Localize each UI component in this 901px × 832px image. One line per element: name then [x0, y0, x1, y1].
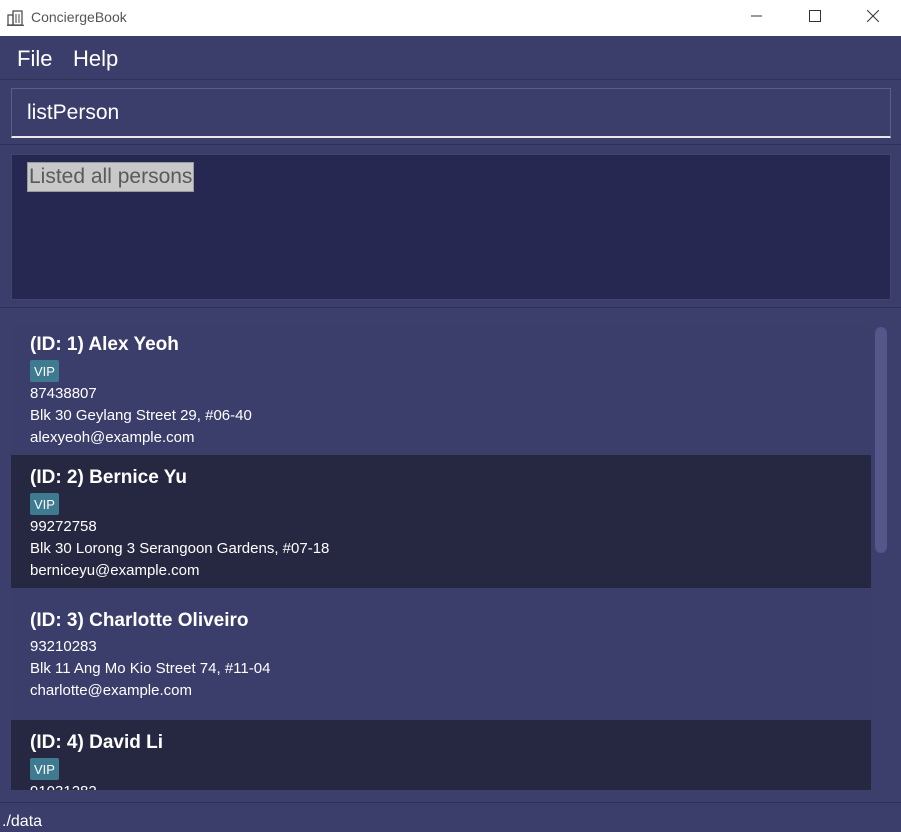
person-email: berniceyu@example.com [30, 562, 200, 579]
list-scrollbar[interactable] [875, 327, 887, 553]
person-address: Blk 30 Lorong 3 Serangoon Gardens, #07-1… [30, 540, 330, 557]
close-button[interactable] [844, 0, 901, 36]
window-title: ConciergeBook [31, 9, 127, 25]
person-email: charlotte@example.com [30, 682, 192, 699]
person-card[interactable]: (ID: 1) Alex Yeoh VIP 87438807 Blk 30 Ge… [11, 323, 871, 455]
person-list-panel: (ID: 1) Alex Yeoh VIP 87438807 Blk 30 Ge… [0, 309, 901, 802]
vip-tag: VIP [30, 493, 59, 515]
status-bar: ./data [0, 802, 901, 832]
vip-tag: VIP [30, 360, 59, 382]
person-name: (ID: 2) Bernice Yu [30, 467, 187, 488]
person-name: (ID: 1) Alex Yeoh [30, 334, 179, 355]
menu-help[interactable]: Help [73, 46, 118, 72]
menu-file[interactable]: File [17, 46, 52, 72]
close-icon [866, 9, 880, 27]
minimize-button[interactable] [728, 0, 786, 36]
maximize-icon [809, 9, 821, 27]
menu-bar: File Help [0, 36, 901, 80]
result-message: Listed all persons [27, 162, 195, 192]
person-email: alexyeoh@example.com [30, 429, 195, 446]
person-phone: 91031282 [30, 783, 97, 790]
person-card[interactable]: (ID: 4) David Li VIP 91031282 [11, 720, 871, 790]
maximize-button[interactable] [786, 0, 844, 36]
title-bar: ConciergeBook [0, 0, 901, 36]
person-list[interactable]: (ID: 1) Alex Yeoh VIP 87438807 Blk 30 Ge… [11, 323, 871, 790]
command-input[interactable] [11, 88, 891, 138]
person-card[interactable]: (ID: 3) Charlotte Oliveiro 93210283 Blk … [11, 588, 871, 720]
person-name: (ID: 3) Charlotte Oliveiro [30, 610, 249, 631]
data-path: ./data [2, 813, 43, 830]
person-card[interactable]: (ID: 2) Bernice Yu VIP 99272758 Blk 30 L… [11, 455, 871, 588]
command-box [0, 81, 901, 145]
person-address: Blk 30 Geylang Street 29, #06-40 [30, 407, 252, 424]
person-name: (ID: 4) David Li [30, 732, 164, 753]
person-phone: 99272758 [30, 518, 97, 535]
person-phone: 87438807 [30, 385, 97, 402]
result-display-panel: Listed all persons [0, 146, 901, 308]
result-display[interactable]: Listed all persons [11, 154, 891, 300]
minimize-icon [751, 9, 763, 27]
building-icon [7, 9, 25, 26]
person-address: Blk 11 Ang Mo Kio Street 74, #11-04 [30, 660, 271, 677]
person-phone: 93210283 [30, 638, 97, 655]
vip-tag: VIP [30, 758, 59, 780]
